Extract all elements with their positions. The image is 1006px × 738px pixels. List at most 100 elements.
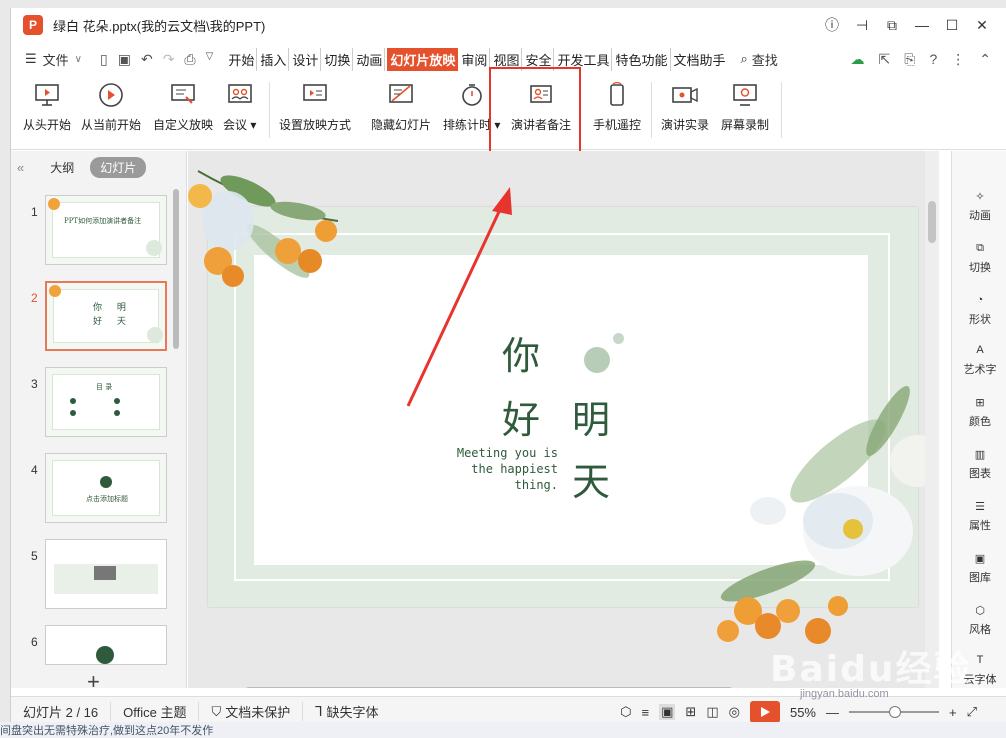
menu-insert[interactable]: 插入 [259,47,290,71]
menu-review[interactable]: 审阅 [460,47,491,71]
more-options-icon[interactable]: ⋮ [951,51,965,68]
redo-icon[interactable]: ↷ [163,51,175,68]
smart-icon[interactable]: ⬡ [620,704,631,720]
thumbnail-number: 1 [31,205,38,219]
meeting-button[interactable]: 会议 ▾ [223,80,256,133]
save-icon[interactable]: ▣ [118,51,131,68]
file-menu-label: 文件 [42,52,69,68]
doc-protection[interactable]: ⛉ 文档未保护 [211,702,304,721]
restore-icon[interactable]: ⧉ [877,10,907,40]
close-button[interactable]: ✕ [967,10,997,40]
fit-window-icon[interactable]: ⤢ [967,704,977,720]
slide-char-tian: 天 [572,460,611,504]
sidebar-item-properties[interactable]: ☰ 属性 [952,497,1006,533]
collapse-ribbon-icon[interactable]: ⌃ [979,51,991,68]
slide-thumbnail-panel: « 大纲 幻灯片 1 PPT如何添加演讲者备注 2 你 明 好 天 3 目 录 … [11,151,187,694]
sidebar-item-wordart[interactable]: A 艺术字 [952,341,1006,377]
setup-show-button[interactable]: 设置放映方式 [279,80,351,133]
presenter-view-icon[interactable]: ◎ [729,704,740,720]
shield-icon: ⛉ [211,703,222,719]
zoom-knob[interactable] [889,706,901,718]
thumbnail-text: PPT如何添加演讲者备注 [64,217,142,225]
thumbnail-image: 目 录 [45,367,167,437]
panel-scrollbar[interactable] [173,189,179,349]
more-icon[interactable]: ▽ [206,51,214,68]
sidebar-item-animation[interactable]: ✧ 动画 [952,187,1006,223]
menu-features[interactable]: 特色功能 [614,47,671,71]
sidebar-item-transition[interactable]: ⧉ 切换 [952,239,1006,275]
maximize-button[interactable]: ☐ [937,10,967,40]
protect-label: 文档未保护 [225,705,291,720]
sidebar-item-gallery[interactable]: ▣ 图库 [952,549,1006,585]
decor-dot-large [584,347,610,373]
thumbnail-3[interactable]: 3 目 录 [11,367,179,439]
decor-dot-small [613,333,624,344]
minimize-button[interactable]: — [907,10,937,40]
thumbnail-image: 你 明 好 天 [45,281,167,351]
color-icon: ⊞ [975,396,985,409]
menu-animation[interactable]: 动画 [355,47,386,71]
sidebar-item-color[interactable]: ⊞ 颜色 [952,393,1006,429]
thumbnail-4[interactable]: 4 点击添加标题 [11,453,179,525]
sidebar-item-chart[interactable]: ▥ 图表 [952,445,1006,481]
normal-view-icon[interactable]: ▣ [659,704,676,720]
print-icon[interactable]: ⎙ [184,51,195,68]
canvas-horizontal-scrollbar[interactable] [244,687,734,688]
tab-slides[interactable]: 幻灯片 [90,156,147,178]
collapse-panel-icon[interactable]: « [17,160,24,175]
reading-view-icon[interactable]: ◫ [706,704,718,720]
sorter-view-icon[interactable]: ⊞ [685,704,696,720]
undo-icon[interactable]: ↶ [141,51,153,68]
theme-name[interactable]: Office 主题 [123,702,200,721]
from-current-button[interactable]: 从当前开始 [81,80,141,133]
quick-access: ▯ ▣ ↶ ↷ ⎙ ▽ [100,51,213,68]
hamburger-icon: ☰ [25,51,37,66]
export-icon[interactable]: ⎘ [904,51,915,68]
phone-remote-button[interactable]: 手机遥控 [593,80,641,133]
pin-icon[interactable]: ⊣ [847,10,877,40]
zoom-out-icon[interactable]: — [826,705,839,720]
cloud-sync-icon[interactable]: ☁ [851,51,865,68]
canvas-vertical-scrollbar[interactable] [925,151,939,688]
sidebar-item-style[interactable]: ⬡ 风格 [952,601,1006,637]
info-icon[interactable]: ⓘ [817,10,847,40]
panel-tabs: « 大纲 幻灯片 [11,155,187,179]
search-label: 查找 [751,52,778,68]
notes-toggle-icon[interactable]: ≡ [642,705,650,720]
thumbnail-5[interactable]: 5 [11,539,179,611]
ribbon-separator [781,82,782,138]
thumbnail-1[interactable]: 1 PPT如何添加演讲者备注 [11,195,179,267]
menu-transition[interactable]: 切换 [323,47,354,71]
new-doc-icon[interactable]: ▯ [100,51,108,68]
sidebar-item-shape[interactable]: ◔ 形状 [952,291,1006,327]
menu-slideshow[interactable]: 幻灯片放映 [387,47,459,71]
help-icon[interactable]: ? [929,51,937,67]
hide-slide-button[interactable]: 隐藏幻灯片 [371,80,431,133]
add-slide-button[interactable]: + [87,669,100,695]
title-controls: ⓘ ⊣ ⧉ — ☐ ✕ [817,8,997,42]
tab-outline[interactable]: 大纲 [50,159,74,176]
file-menu[interactable]: ☰ 文件 ∨ [25,50,82,69]
chevron-down-icon: ∨ [74,53,82,65]
zoom-level[interactable]: 55% [790,705,816,720]
screen-record-button[interactable]: 屏幕录制 [721,80,769,133]
menu-design[interactable]: 设计 [291,47,322,71]
zoom-slider[interactable] [849,706,939,718]
thumbnail-number: 6 [31,635,38,649]
sidebar-label: 颜色 [969,416,991,428]
menu-start[interactable]: 开始 [227,47,258,71]
search-box[interactable]: ⌕ 查找 [741,50,778,69]
thumbnail-2[interactable]: 2 你 明 好 天 [11,281,179,353]
thumbnail-text: 目 录 [96,383,113,391]
menu-doc-assistant[interactable]: 文档助手 [673,48,727,71]
thumbnail-image: PPT如何添加演讲者备注 [45,195,167,265]
ribbon-separator [651,82,652,138]
record-talk-button[interactable]: 演讲实录 [661,80,709,133]
zoom-in-icon[interactable]: + [949,705,957,720]
custom-show-button[interactable]: 自定义放映 [153,80,213,133]
from-start-button[interactable]: 从头开始 [23,80,71,133]
missing-font[interactable]: Ꞁ 缺失字体 [315,702,390,721]
play-slideshow-button[interactable] [749,701,780,723]
scroll-thumb[interactable] [928,201,936,243]
share-icon[interactable]: ⇱ [879,51,891,68]
